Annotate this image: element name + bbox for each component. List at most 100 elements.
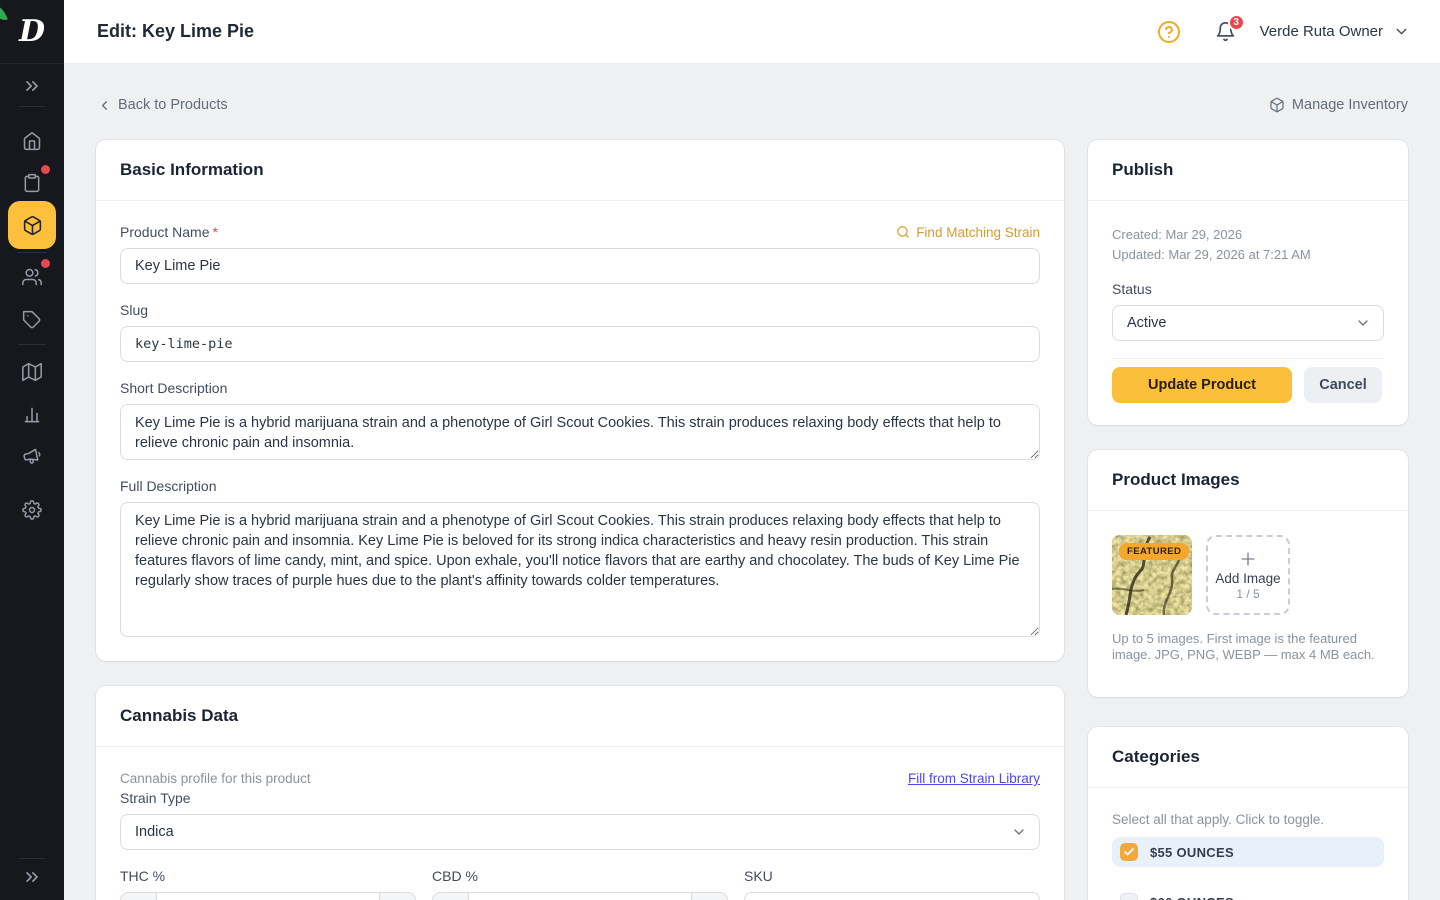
top-header: Edit: Key Lime Pie 3 Verde Ruta Owner: [64, 0, 1440, 64]
required-asterisk: *: [212, 224, 217, 240]
category-label: $55 OUNCES: [1150, 845, 1234, 860]
sidebar: D: [0, 0, 64, 900]
back-to-products-link[interactable]: Back to Products: [97, 97, 228, 113]
chevron-down-icon: [1011, 824, 1027, 840]
slug-label: Slug: [120, 302, 1040, 318]
cbd-label: CBD %: [432, 868, 728, 884]
full-description-label: Full Description: [120, 478, 1040, 494]
sidebar-expand-toggle[interactable]: [0, 72, 64, 100]
product-images-title: Product Images: [1112, 470, 1240, 490]
help-button[interactable]: [1157, 20, 1181, 44]
product-image-thumbnail[interactable]: FEATURED: [1112, 535, 1192, 615]
cannabis-profile-note: Cannabis profile for this product: [120, 771, 311, 786]
basic-information-card: Basic Information Product Name* Find Mat…: [96, 140, 1064, 661]
category-row-55-ounces[interactable]: $55 OUNCES: [1112, 837, 1384, 867]
status-select[interactable]: Active: [1112, 305, 1384, 341]
sidebar-item-tags[interactable]: [0, 299, 64, 341]
chevron-down-icon: [1393, 23, 1410, 40]
status-label: Status: [1112, 281, 1384, 297]
fill-from-strain-library-link[interactable]: Fill from Strain Library: [908, 771, 1040, 786]
thc-input[interactable]: [156, 892, 380, 900]
sidebar-item-analytics[interactable]: [0, 394, 64, 436]
short-description-label: Short Description: [120, 380, 1040, 396]
chevrons-right-icon: [22, 867, 42, 887]
bar-chart-icon: [22, 405, 42, 425]
sidebar-divider: [18, 106, 46, 107]
image-count: 1 / 5: [1236, 587, 1259, 601]
image-upload-caption: Up to 5 images. First image is the featu…: [1112, 631, 1384, 663]
thc-stepper: [120, 892, 416, 900]
category-row-66-ounces[interactable]: $66 OUNCES: [1112, 887, 1384, 900]
sidebar-item-strain-library[interactable]: [0, 351, 64, 393]
slug-input[interactable]: [120, 326, 1040, 362]
users-icon: [22, 267, 42, 287]
basic-information-title: Basic Information: [120, 160, 264, 180]
clipboard-icon: [22, 173, 42, 193]
logo-letter: D: [19, 17, 45, 47]
user-menu[interactable]: Verde Ruta Owner: [1260, 23, 1383, 40]
cbd-increment-button[interactable]: [692, 892, 728, 900]
notification-count-badge: 3: [1228, 14, 1245, 31]
publish-title: Publish: [1112, 160, 1173, 180]
main-content: Back to Products Manage Inventory Basic …: [64, 64, 1440, 900]
categories-card: Categories Select all that apply. Click …: [1088, 727, 1408, 900]
sku-label: SKU: [744, 868, 1040, 884]
cannabis-data-card: Cannabis Data Cannabis profile for this …: [96, 686, 1064, 900]
customers-notification-dot: [41, 259, 50, 268]
thc-increment-button[interactable]: [380, 892, 416, 900]
search-icon: [896, 225, 910, 239]
categories-hint: Select all that apply. Click to toggle.: [1112, 812, 1384, 827]
cbd-decrement-button[interactable]: [432, 892, 468, 900]
page-title: Edit: Key Lime Pie: [97, 21, 254, 42]
product-name-label: Product Name*: [120, 224, 218, 240]
manage-inventory-label: Manage Inventory: [1292, 97, 1408, 113]
add-image-button[interactable]: Add Image 1 / 5: [1206, 535, 1290, 615]
tag-icon: [22, 310, 42, 330]
sidebar-collapse-toggle-bottom[interactable]: [0, 863, 64, 891]
cancel-button[interactable]: Cancel: [1304, 367, 1382, 403]
cube-icon: [22, 215, 43, 236]
created-date: Created: Mar 29, 2026: [1112, 225, 1384, 245]
map-icon: [22, 362, 42, 382]
status-value: Active: [1127, 315, 1167, 331]
sku-input[interactable]: [744, 892, 1040, 900]
sidebar-item-orders[interactable]: [0, 162, 64, 204]
chevron-down-icon: [1355, 315, 1371, 331]
app-logo[interactable]: D: [0, 0, 64, 64]
update-product-button[interactable]: Update Product: [1112, 367, 1292, 403]
publish-card: Publish Created: Mar 29, 2026 Updated: M…: [1088, 140, 1408, 425]
cbd-input[interactable]: [468, 892, 692, 900]
unchecked-checkbox[interactable]: [1120, 893, 1138, 900]
short-description-textarea[interactable]: [120, 404, 1040, 460]
find-matching-strain-link[interactable]: Find Matching Strain: [896, 225, 1040, 240]
sidebar-item-customers[interactable]: [0, 256, 64, 298]
back-link-label: Back to Products: [118, 97, 228, 113]
home-icon: [22, 131, 42, 151]
orders-notification-dot: [41, 165, 50, 174]
featured-badge: FEATURED: [1119, 543, 1189, 560]
sidebar-divider: [18, 344, 46, 345]
category-label: $66 OUNCES: [1150, 895, 1234, 900]
thc-decrement-button[interactable]: [120, 892, 156, 900]
sidebar-item-home[interactable]: [0, 120, 64, 162]
sidebar-item-settings[interactable]: [0, 489, 64, 531]
user-menu-caret[interactable]: [1393, 23, 1410, 40]
chevrons-right-icon: [22, 76, 42, 96]
add-image-label: Add Image: [1215, 571, 1280, 586]
gear-icon: [22, 500, 42, 520]
megaphone-icon: [20, 445, 44, 469]
strain-type-label: Strain Type: [120, 790, 1040, 806]
sidebar-item-marketing[interactable]: [0, 436, 64, 478]
strain-type-select[interactable]: Indica: [120, 814, 1040, 850]
sidebar-divider: [18, 252, 46, 253]
notifications-button[interactable]: 3: [1215, 21, 1236, 42]
leaf-icon: [0, 0, 8, 23]
sidebar-item-products-active[interactable]: [8, 201, 56, 249]
checked-checkbox[interactable]: [1120, 843, 1138, 861]
strain-type-value: Indica: [135, 824, 174, 840]
product-name-input[interactable]: [120, 248, 1040, 284]
categories-title: Categories: [1112, 747, 1200, 767]
manage-inventory-link[interactable]: Manage Inventory: [1269, 97, 1408, 113]
publish-divider: [1112, 358, 1384, 359]
full-description-textarea[interactable]: [120, 502, 1040, 637]
